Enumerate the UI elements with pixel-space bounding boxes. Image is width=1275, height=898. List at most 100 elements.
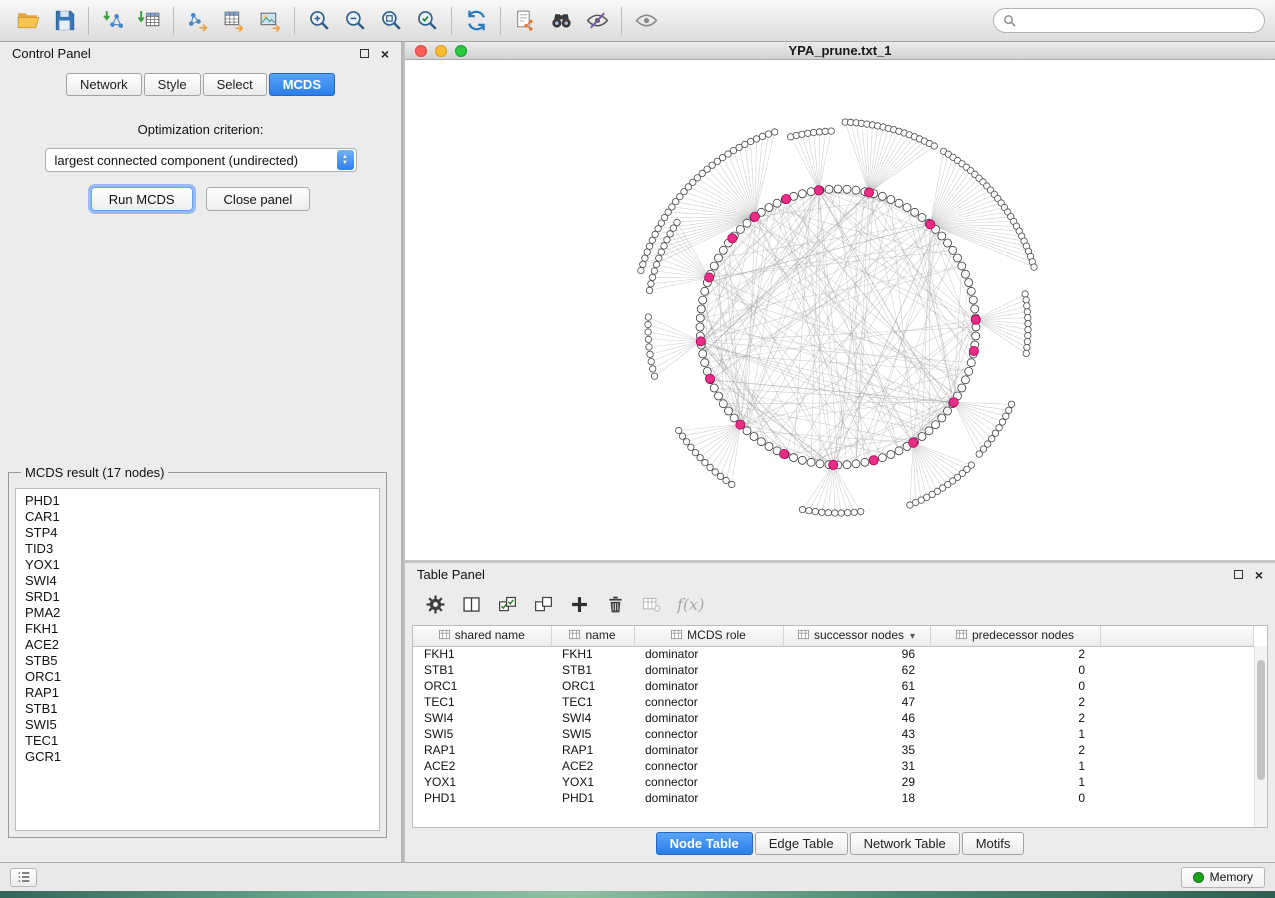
network-hub-node[interactable] (814, 186, 823, 195)
run-mcds-button[interactable]: Run MCDS (91, 187, 193, 211)
network-node[interactable] (743, 219, 751, 227)
network-node[interactable] (852, 186, 860, 194)
network-leaf-node[interactable] (723, 477, 729, 483)
zoom-out-button[interactable] (337, 5, 373, 37)
network-node[interactable] (903, 204, 911, 212)
tab-network[interactable]: Network (66, 73, 142, 96)
network-node[interactable] (895, 199, 903, 207)
network-node[interactable] (701, 287, 709, 295)
import-table-button[interactable] (131, 5, 167, 37)
close-table-panel-icon[interactable]: × (1255, 568, 1263, 582)
network-node[interactable] (887, 196, 895, 204)
network-leaf-node[interactable] (1025, 321, 1031, 327)
network-node[interactable] (878, 192, 886, 200)
deselect-all-button[interactable] (533, 594, 554, 615)
network-leaf-node[interactable] (661, 243, 667, 249)
mcds-result-item[interactable]: SWI5 (25, 717, 370, 733)
network-leaf-node[interactable] (653, 261, 659, 267)
network-node[interactable] (969, 296, 977, 304)
network-node[interactable] (765, 204, 773, 212)
network-node[interactable] (765, 443, 773, 451)
network-leaf-node[interactable] (1024, 344, 1030, 350)
network-leaf-node[interactable] (702, 459, 708, 465)
share-document-button[interactable] (507, 5, 543, 37)
network-node[interactable] (972, 332, 980, 340)
network-node[interactable] (938, 232, 946, 240)
network-node[interactable] (719, 400, 727, 408)
network-hub-node[interactable] (780, 449, 789, 458)
column-header-name[interactable]: name (551, 626, 634, 646)
optimization-criterion-select[interactable]: largest connected component (undirected)… (45, 148, 357, 172)
network-leaf-node[interactable] (1025, 315, 1031, 321)
network-node[interactable] (843, 461, 851, 469)
network-node[interactable] (887, 451, 895, 459)
network-leaf-node[interactable] (1025, 332, 1031, 338)
network-node[interactable] (701, 359, 709, 367)
network-node[interactable] (750, 433, 758, 441)
network-leaf-node[interactable] (646, 243, 652, 249)
network-leaf-node[interactable] (799, 131, 805, 137)
network-leaf-node[interactable] (658, 249, 664, 255)
network-node[interactable] (773, 199, 781, 207)
column-header-successor-nodes[interactable]: successor nodes▾ (783, 626, 930, 646)
show-all-button[interactable] (628, 5, 664, 37)
network-node[interactable] (962, 376, 970, 384)
network-leaf-node[interactable] (822, 128, 828, 134)
network-leaf-node[interactable] (649, 237, 655, 243)
network-leaf-node[interactable] (1022, 291, 1028, 297)
network-node[interactable] (725, 407, 733, 415)
network-node[interactable] (958, 262, 966, 270)
sort-chevron-icon[interactable]: ▾ (910, 631, 915, 642)
network-node[interactable] (696, 323, 704, 331)
network-leaf-node[interactable] (806, 508, 812, 514)
network-node[interactable] (736, 225, 744, 233)
save-button[interactable] (46, 5, 82, 37)
table-row[interactable]: TEC1TEC1connector472 (413, 694, 1254, 710)
network-node[interactable] (715, 392, 723, 400)
network-graph[interactable] (405, 61, 1275, 560)
mcds-result-item[interactable]: TID3 (25, 541, 370, 557)
network-leaf-node[interactable] (812, 508, 818, 514)
network-node[interactable] (696, 314, 704, 322)
delete-table-button[interactable] (641, 594, 662, 615)
network-hub-node[interactable] (728, 234, 737, 243)
tab-motifs[interactable]: Motifs (962, 832, 1025, 855)
zoom-in-button[interactable] (301, 5, 337, 37)
network-leaf-node[interactable] (759, 133, 765, 139)
tab-select[interactable]: Select (203, 73, 267, 96)
network-leaf-node[interactable] (805, 130, 811, 136)
table-row[interactable]: ORC1ORC1dominator610 (413, 678, 1254, 694)
table-row[interactable]: FKH1FKH1dominator962 (413, 646, 1254, 662)
network-hub-node[interactable] (705, 273, 714, 282)
network-leaf-node[interactable] (1006, 407, 1012, 413)
network-node[interactable] (807, 458, 815, 466)
network-leaf-node[interactable] (753, 136, 759, 142)
network-leaf-node[interactable] (999, 419, 1005, 425)
network-leaf-node[interactable] (838, 510, 844, 516)
network-hub-node[interactable] (736, 420, 745, 429)
search-input[interactable] (1021, 13, 1255, 28)
network-leaf-node[interactable] (819, 509, 825, 515)
network-hub-node[interactable] (750, 212, 759, 221)
network-node[interactable] (861, 458, 869, 466)
table-scrollbar[interactable] (1254, 646, 1267, 827)
network-leaf-node[interactable] (644, 249, 650, 255)
mcds-result-item[interactable]: SWI4 (25, 573, 370, 589)
mcds-result-list[interactable]: PHD1CAR1STP4TID3YOX1SWI4SRD1PMA2FKH1ACE2… (15, 488, 380, 831)
network-leaf-node[interactable] (683, 439, 689, 445)
network-node[interactable] (911, 208, 919, 216)
import-network-button[interactable] (95, 5, 131, 37)
network-node[interactable] (938, 414, 946, 422)
network-leaf-node[interactable] (1031, 264, 1037, 270)
network-hub-node[interactable] (864, 188, 873, 197)
network-leaf-node[interactable] (742, 141, 748, 147)
column-header-shared-name[interactable]: shared name (413, 626, 551, 646)
table-row[interactable]: PHD1PHD1dominator180 (413, 790, 1254, 806)
network-node[interactable] (719, 246, 727, 254)
network-node[interactable] (710, 262, 718, 270)
network-leaf-node[interactable] (907, 502, 913, 508)
mcds-result-item[interactable]: PHD1 (25, 493, 370, 509)
apply-layout-button[interactable] (458, 5, 494, 37)
network-leaf-node[interactable] (645, 321, 651, 327)
network-hub-node[interactable] (949, 398, 958, 407)
